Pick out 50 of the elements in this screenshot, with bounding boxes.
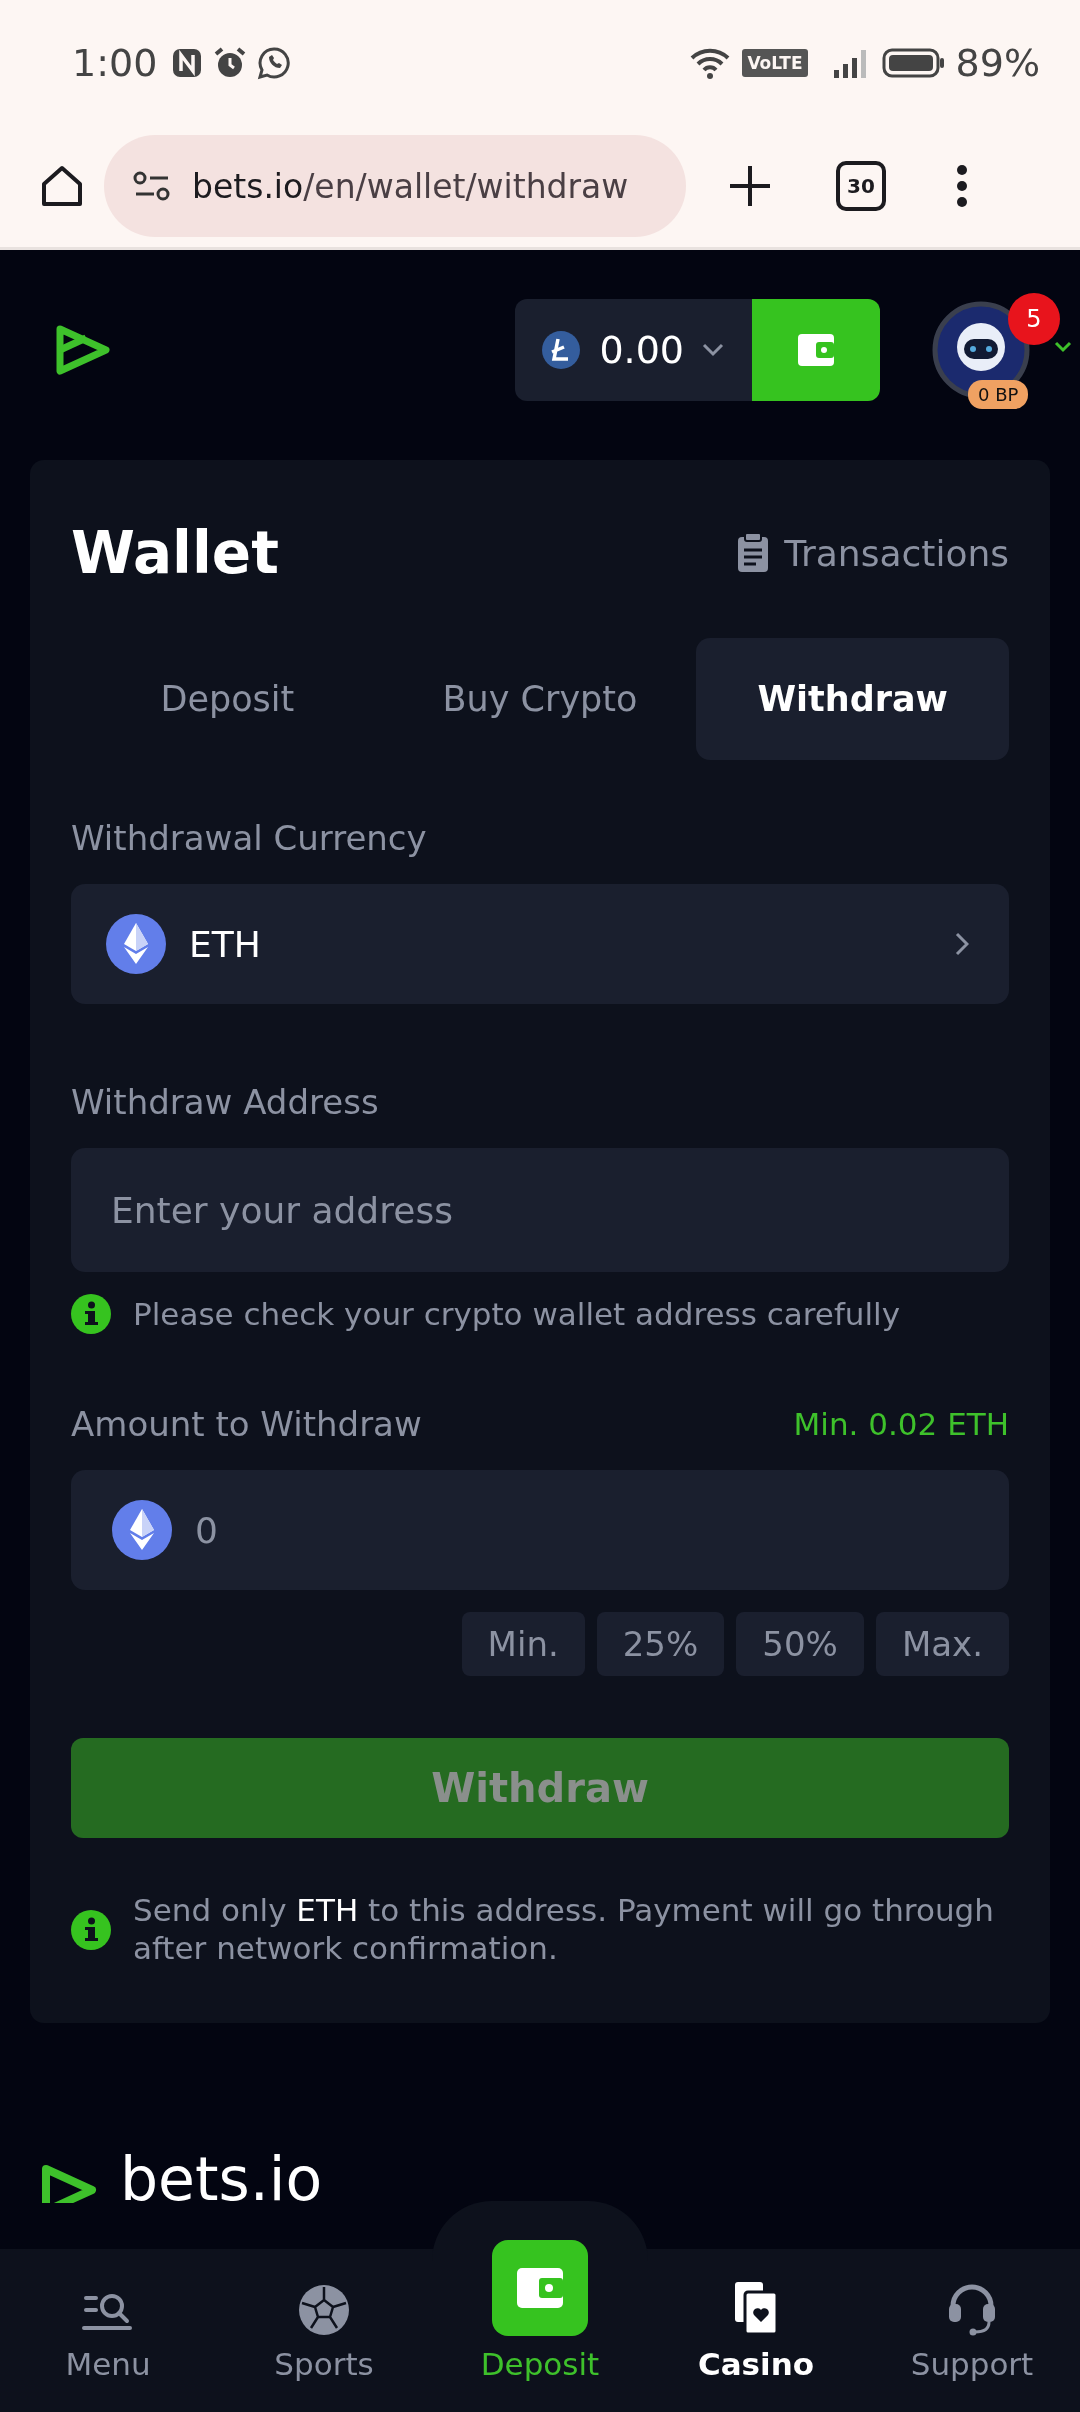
- wallet-tab[interactable]: Withdraw: [696, 638, 1009, 760]
- wallet-tab[interactable]: Buy Crypto: [383, 638, 697, 760]
- amount-preset-button[interactable]: Min.: [461, 1612, 585, 1676]
- minimum-amount: Min. 0.02 ETH: [793, 1406, 1009, 1442]
- ethereum-icon: [105, 913, 167, 975]
- amount-preset-button[interactable]: 25%: [596, 1612, 725, 1676]
- field-label: Withdrawal Currency: [71, 818, 428, 858]
- url-field[interactable]: bets.io/en/wallet/withdraw: [104, 135, 686, 237]
- chat-icon: [257, 45, 292, 80]
- logo-icon[interactable]: [54, 323, 112, 377]
- ethereum-icon: [111, 1499, 173, 1561]
- address-warning: Please check your crypto wallet address carefully: [133, 1296, 901, 1332]
- nav-tab[interactable]: Menu: [0, 2249, 216, 2412]
- footer-brand: bets.io: [120, 2148, 323, 2209]
- volte-badge: VoLTE: [742, 48, 808, 77]
- chevron-down-icon[interactable]: [1054, 341, 1072, 353]
- nav-tab[interactable]: Sports: [216, 2249, 432, 2412]
- amount-field[interactable]: 0: [71, 1470, 1009, 1590]
- chevron-right-icon: [955, 932, 969, 956]
- wallet-icon: [515, 2266, 565, 2310]
- amount-preset-button[interactable]: 50%: [736, 1612, 864, 1676]
- currency-selector[interactable]: ETH: [71, 884, 1009, 1004]
- transactions-link[interactable]: Transactions: [736, 532, 1009, 574]
- info-icon: [71, 1294, 111, 1334]
- amount-preset-button[interactable]: Max.: [875, 1612, 1009, 1676]
- wallet-tab[interactable]: Deposit: [71, 638, 384, 760]
- nav-tab[interactable]: Support: [864, 2249, 1080, 2412]
- field-label: Withdraw Address: [71, 1082, 380, 1122]
- balance-selector[interactable]: 0.00: [515, 299, 752, 401]
- soccer-ball-icon: [298, 2284, 350, 2336]
- clipboard-icon: [736, 532, 771, 574]
- nav-tab[interactable]: Casino: [648, 2249, 864, 2412]
- new-tab-icon[interactable]: [728, 164, 772, 208]
- more-icon[interactable]: [956, 164, 968, 208]
- network-notice: Send only ETH to this address. Payment will go through after network confirmation.: [133, 1892, 995, 1968]
- notification-badge: 5: [1008, 293, 1060, 345]
- field-label: Amount to Withdraw: [71, 1404, 422, 1444]
- litecoin-icon: [541, 330, 582, 370]
- status-time: 1:00: [72, 40, 158, 85]
- chevron-down-icon: [702, 343, 724, 357]
- wallet-icon: [796, 332, 836, 368]
- tab-count-button[interactable]: 30: [836, 161, 886, 211]
- wallet-title: Wallet: [71, 519, 279, 587]
- cards-icon: [733, 2280, 779, 2336]
- info-icon: [71, 1909, 111, 1950]
- address-field[interactable]: Enter your address: [71, 1148, 1009, 1272]
- points-badge: 0 BP: [968, 380, 1029, 409]
- nfc-icon: [171, 46, 204, 79]
- battery-level: 89%: [955, 40, 1040, 85]
- alarm-icon: [213, 45, 248, 80]
